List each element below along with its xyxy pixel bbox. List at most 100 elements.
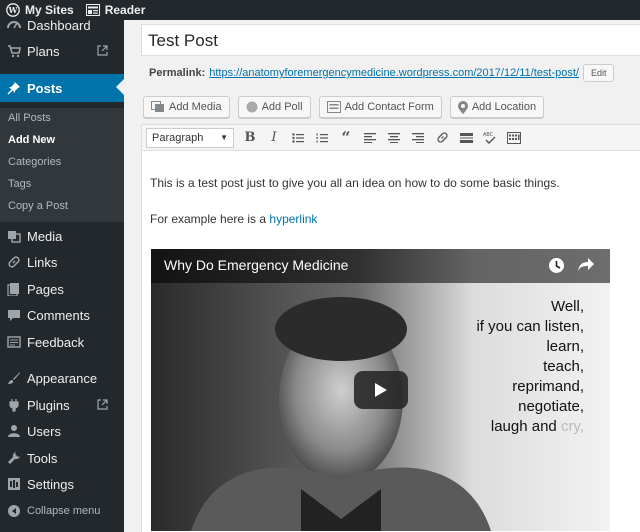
permalink-url-link[interactable]: https://anatomyforemergencymedicine.word… bbox=[209, 67, 579, 79]
editor-content[interactable]: This is a test post just to give you all… bbox=[150, 175, 560, 247]
sidebar-item-label: Media bbox=[27, 228, 63, 244]
collapse-icon bbox=[6, 503, 22, 519]
wrench-icon bbox=[6, 450, 22, 466]
sidebar-item-feedback[interactable]: Feedback bbox=[0, 329, 124, 355]
submenu-add-new[interactable]: Add New bbox=[8, 134, 55, 146]
submenu-categories[interactable]: Categories bbox=[8, 156, 61, 168]
sidebar-item-users[interactable]: Users bbox=[0, 418, 124, 444]
add-poll-label: Add Poll bbox=[261, 101, 303, 113]
sidebar-item-label: Settings bbox=[27, 476, 74, 492]
sidebar-item-links[interactable]: Links bbox=[0, 249, 124, 275]
hyperlink-link[interactable]: hyperlink bbox=[269, 212, 317, 226]
sidebar-item-comments[interactable]: Comments bbox=[0, 302, 124, 328]
collapse-menu-button[interactable]: Collapse menu bbox=[0, 498, 124, 524]
poll-icon bbox=[246, 101, 258, 113]
add-poll-button[interactable]: Add Poll bbox=[237, 96, 311, 118]
quote-line: laugh and bbox=[490, 418, 557, 435]
media-buttons: Add Media Add Poll Add Contact Form Add … bbox=[143, 96, 552, 118]
sidebar-item-media[interactable]: Media bbox=[0, 223, 124, 249]
align-left-icon[interactable] bbox=[358, 128, 382, 148]
main-content: Test Post Permalink: https://anatomyfore… bbox=[124, 20, 640, 532]
sidebar-item-label: Feedback bbox=[27, 334, 85, 350]
paragraph-2: For example here is a hyperlink bbox=[150, 211, 560, 227]
plugin-icon bbox=[6, 397, 22, 413]
quote-line-last: laugh and cry, bbox=[476, 417, 584, 437]
dropdown-arrow-icon: ▼ bbox=[220, 133, 228, 142]
feedback-icon bbox=[6, 334, 22, 350]
video-embed[interactable]: Why Do Emergency Medicine Well, if you c… bbox=[151, 249, 610, 531]
admin-bar: W My Sites Reader bbox=[0, 0, 640, 20]
editor-toolbar: Paragraph ▼ B I “ ABC bbox=[142, 125, 640, 151]
wordpress-logo-icon: W bbox=[6, 3, 20, 17]
sidebar-item-posts[interactable]: Posts bbox=[0, 74, 124, 102]
share-icon[interactable] bbox=[577, 257, 595, 277]
edit-permalink-button[interactable]: Edit bbox=[582, 64, 615, 82]
pages-icon bbox=[6, 281, 22, 297]
sidebar-item-label: Comments bbox=[27, 307, 90, 323]
external-link-icon bbox=[97, 44, 108, 59]
my-sites-label: My Sites bbox=[25, 3, 74, 17]
insert-link-icon[interactable] bbox=[430, 128, 454, 148]
media-icon bbox=[6, 228, 22, 244]
italic-icon[interactable]: I bbox=[262, 128, 286, 148]
sidebar-item-dashboard[interactable]: Dashboard bbox=[0, 20, 124, 38]
quote-line: teach, bbox=[543, 358, 584, 375]
svg-text:W: W bbox=[8, 5, 19, 15]
sidebar-item-label: Dashboard bbox=[27, 20, 91, 33]
external-link-icon bbox=[97, 398, 108, 413]
sidebar-item-plans[interactable]: Plans bbox=[0, 38, 124, 64]
sidebar-item-appearance[interactable]: Appearance bbox=[0, 365, 124, 391]
bullet-list-icon[interactable] bbox=[286, 128, 310, 148]
add-contact-form-button[interactable]: Add Contact Form bbox=[318, 96, 442, 118]
submenu-tags[interactable]: Tags bbox=[8, 178, 31, 190]
align-right-icon[interactable] bbox=[406, 128, 430, 148]
add-location-label: Add Location bbox=[471, 101, 537, 113]
bold-icon[interactable]: B bbox=[238, 128, 262, 148]
posts-submenu: All Posts Add New Categories Tags Copy a… bbox=[0, 108, 124, 222]
sidebar-item-label: Pages bbox=[27, 281, 64, 297]
play-button[interactable] bbox=[354, 371, 408, 409]
sidebar-item-label: Collapse menu bbox=[27, 505, 101, 517]
watch-later-icon[interactable] bbox=[548, 257, 565, 279]
add-contact-form-label: Add Contact Form bbox=[344, 101, 434, 113]
read-more-icon[interactable] bbox=[454, 128, 478, 148]
add-media-button[interactable]: Add Media bbox=[143, 96, 230, 118]
user-icon bbox=[6, 423, 22, 439]
sidebar-item-label: Plans bbox=[27, 43, 60, 59]
format-select[interactable]: Paragraph ▼ bbox=[146, 127, 234, 148]
sidebar-item-label: Posts bbox=[27, 80, 63, 96]
quote-line: reprimand, bbox=[512, 378, 584, 395]
reader-icon bbox=[85, 4, 100, 16]
submenu-copy-a-post[interactable]: Copy a Post bbox=[8, 200, 68, 212]
sidebar-item-tools[interactable]: Tools bbox=[0, 445, 124, 471]
settings-icon bbox=[6, 476, 22, 492]
quote-line: learn, bbox=[546, 338, 584, 355]
post-title-input[interactable]: Test Post bbox=[141, 24, 640, 56]
link-icon bbox=[6, 254, 22, 270]
brush-icon bbox=[6, 370, 22, 386]
contact-form-icon bbox=[326, 101, 341, 113]
paragraph-2-text: For example here is a bbox=[150, 212, 270, 226]
toolbar-toggle-icon[interactable] bbox=[502, 128, 526, 148]
align-center-icon[interactable] bbox=[382, 128, 406, 148]
quote-line: Well, bbox=[550, 298, 584, 315]
paragraph-1: This is a test post just to give you all… bbox=[150, 176, 560, 190]
numbered-list-icon[interactable] bbox=[310, 128, 334, 148]
add-location-button[interactable]: Add Location bbox=[449, 96, 545, 118]
pin-icon bbox=[6, 80, 22, 96]
blockquote-icon[interactable]: “ bbox=[334, 128, 358, 148]
submenu-all-posts[interactable]: All Posts bbox=[8, 112, 51, 124]
location-pin-icon bbox=[457, 100, 468, 114]
dashboard-icon bbox=[6, 20, 22, 33]
my-sites-button[interactable]: W My Sites bbox=[0, 0, 80, 20]
sidebar-item-settings[interactable]: Settings bbox=[0, 471, 124, 497]
comment-icon bbox=[6, 307, 22, 323]
sidebar-item-pages[interactable]: Pages bbox=[0, 276, 124, 302]
admin-sidebar: Dashboard Plans Posts All Posts Add New … bbox=[0, 20, 124, 532]
spellcheck-icon[interactable]: ABC bbox=[478, 128, 502, 148]
sidebar-item-plugins[interactable]: Plugins bbox=[0, 392, 124, 418]
reader-button[interactable]: Reader bbox=[80, 0, 152, 20]
sidebar-item-label: Appearance bbox=[27, 370, 98, 386]
add-media-label: Add Media bbox=[169, 101, 222, 113]
add-media-icon bbox=[151, 101, 165, 113]
